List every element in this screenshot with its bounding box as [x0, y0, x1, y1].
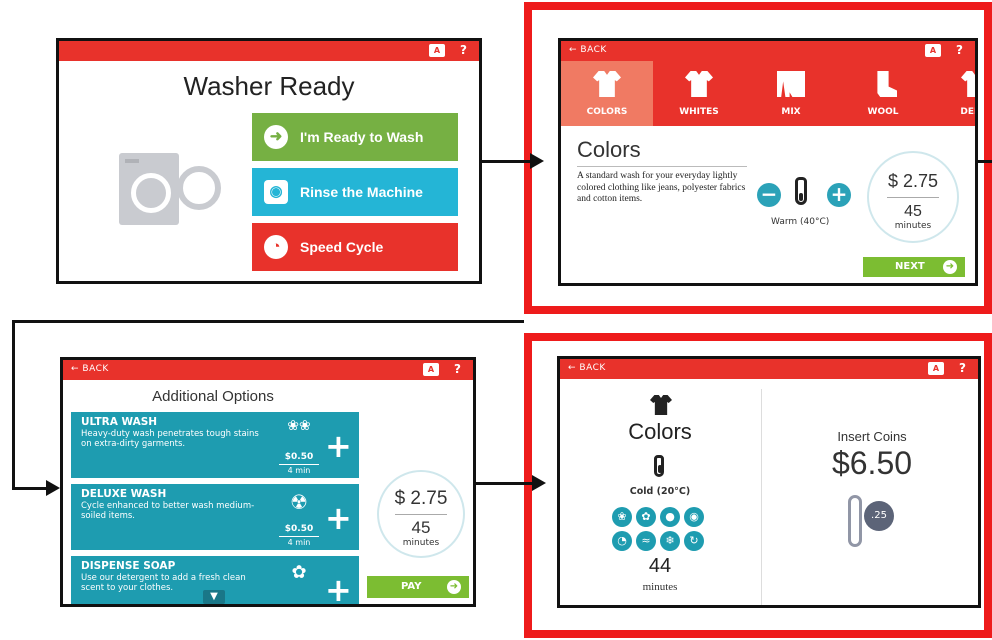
add-option-button[interactable]: +: [325, 430, 352, 462]
sock-icon: [877, 71, 897, 97]
option-ultra-wash[interactable]: ULTRA WASH Heavy-duty wash penetrates to…: [71, 412, 359, 478]
tab-delicates[interactable]: DELIC: [929, 61, 975, 126]
tshirt-icon: [650, 395, 672, 415]
screen-washer-ready: A ? Washer Ready ➜ I'm Ready to Wash ◉ R…: [56, 38, 482, 284]
price-value: $ 2.75: [394, 488, 448, 509]
connector-line: [12, 320, 524, 323]
tshirt-icon: [685, 71, 713, 97]
back-button[interactable]: ← BACK: [71, 364, 109, 374]
help-icon[interactable]: ?: [959, 361, 966, 375]
timer-icon: ◔: [264, 235, 288, 259]
connector-arrow: [532, 475, 546, 491]
coin-slot-icon: [848, 495, 862, 547]
page-title: Washer Ready: [183, 71, 355, 101]
tab-whites[interactable]: WHITES: [653, 61, 745, 126]
help-icon[interactable]: ?: [956, 43, 963, 57]
help-icon[interactable]: ?: [460, 43, 467, 57]
price-time-circle: $ 2.75 45 minutes: [377, 470, 465, 558]
back-button[interactable]: ← BACK: [568, 363, 606, 373]
snowflake-icon: ❄: [660, 531, 680, 551]
language-icon[interactable]: A: [928, 362, 944, 375]
temperature-increase-button[interactable]: +: [827, 183, 851, 207]
arrow-right-icon: ➜: [264, 125, 288, 149]
price-time-circle: $ 2.75 45 minutes: [867, 151, 959, 243]
connector-line: [476, 482, 534, 485]
minutes-unit: minutes: [642, 581, 678, 593]
tshirt-icon: [593, 71, 621, 97]
washer-icon: ◉: [264, 180, 288, 204]
washer-door-icon: [177, 166, 221, 210]
arrow-right-icon: ➜: [447, 580, 461, 594]
tab-colors[interactable]: COLORS: [561, 61, 653, 126]
top-bar: A ?: [59, 41, 479, 61]
drop-icon: ◉: [684, 507, 704, 527]
minutes-value: 44: [648, 555, 672, 577]
amount-due: $6.50: [831, 445, 913, 481]
dress-icon: [961, 71, 975, 97]
thermometer-icon: [795, 177, 807, 205]
ready-to-wash-button[interactable]: ➜ I'm Ready to Wash: [252, 113, 458, 161]
minutes-unit: minutes: [402, 538, 440, 548]
cycle-tabs: COLORS WHITES MIX WOOL DELIC: [561, 61, 975, 126]
price-value: $ 2.75: [887, 171, 939, 191]
soap-icon: ✿: [291, 562, 307, 583]
stain-icon: ❀: [612, 507, 632, 527]
rinse-machine-button[interactable]: ◉ Rinse the Machine: [252, 168, 458, 216]
connector-line: [12, 487, 48, 490]
temperature-label: Warm (40°C): [771, 217, 830, 227]
divider: [395, 514, 447, 515]
tab-wool[interactable]: WOOL: [837, 61, 929, 126]
insert-coins-label: Insert Coins: [837, 429, 907, 444]
cycle-title: Colors: [628, 419, 692, 444]
stain-icon: ❀❀: [287, 418, 311, 434]
speed-cycle-button[interactable]: ◔ Speed Cycle: [252, 223, 458, 271]
chevron-down-icon[interactable]: ▼: [203, 590, 225, 604]
temperature-decrease-button[interactable]: −: [757, 183, 781, 207]
tab-mix[interactable]: MIX: [745, 61, 837, 126]
drop-icon: ●: [660, 507, 680, 527]
next-button[interactable]: NEXT ➜: [863, 257, 965, 277]
page-title: Additional Options: [152, 388, 274, 405]
connector-arrow: [46, 480, 60, 496]
screen-payment: ← BACK A ? Colors Cold (20°C) ❀ ✿ ● ◉ ◔ …: [557, 356, 981, 608]
help-icon[interactable]: ?: [454, 362, 461, 376]
connector-line: [12, 320, 15, 490]
top-bar: ← BACK A ?: [63, 360, 473, 380]
temperature-label: Cold (20°C): [629, 486, 691, 497]
screen-additional-options: ← BACK A ? Additional Options ULTRA WASH…: [60, 357, 476, 607]
cycle-title: Colors: [577, 137, 641, 162]
spin-icon: ↻: [684, 531, 704, 551]
language-icon[interactable]: A: [925, 44, 941, 57]
top-bar: ← BACK A ?: [561, 41, 975, 61]
thermometer-icon: [654, 455, 664, 477]
wave-icon: ≈: [636, 531, 656, 551]
divider: [887, 197, 939, 198]
cycle-description: A standard wash for your everyday lightl…: [577, 171, 746, 204]
arrow-right-icon: ➜: [943, 260, 957, 274]
back-button[interactable]: ← BACK: [569, 45, 607, 55]
language-icon[interactable]: A: [423, 363, 439, 376]
add-option-button[interactable]: +: [325, 574, 352, 604]
washer-icon: [119, 153, 179, 225]
minutes-value: 45: [411, 518, 431, 537]
connector-arrow: [530, 153, 544, 169]
radiation-icon: ☢: [290, 490, 308, 514]
minutes-unit: minutes: [894, 221, 932, 231]
screen-cycle-select: ← BACK A ? COLORS WHITES MIX WOOL DELIC …: [558, 38, 978, 286]
top-bar: ← BACK A ?: [560, 359, 978, 379]
divider: [577, 166, 747, 167]
soap-icon: ✿: [636, 507, 656, 527]
coin-icon: .25: [864, 501, 894, 531]
pay-button[interactable]: PAY ➜: [367, 576, 469, 598]
timer-icon: ◔: [612, 531, 632, 551]
divider: [761, 389, 762, 605]
mixed-clothes-icon: [777, 71, 805, 97]
option-deluxe-wash[interactable]: DELUXE WASH Cycle enhanced to better was…: [71, 484, 359, 550]
minutes-value: 45: [904, 203, 922, 220]
language-icon[interactable]: A: [429, 44, 445, 57]
add-option-button[interactable]: +: [325, 502, 352, 534]
